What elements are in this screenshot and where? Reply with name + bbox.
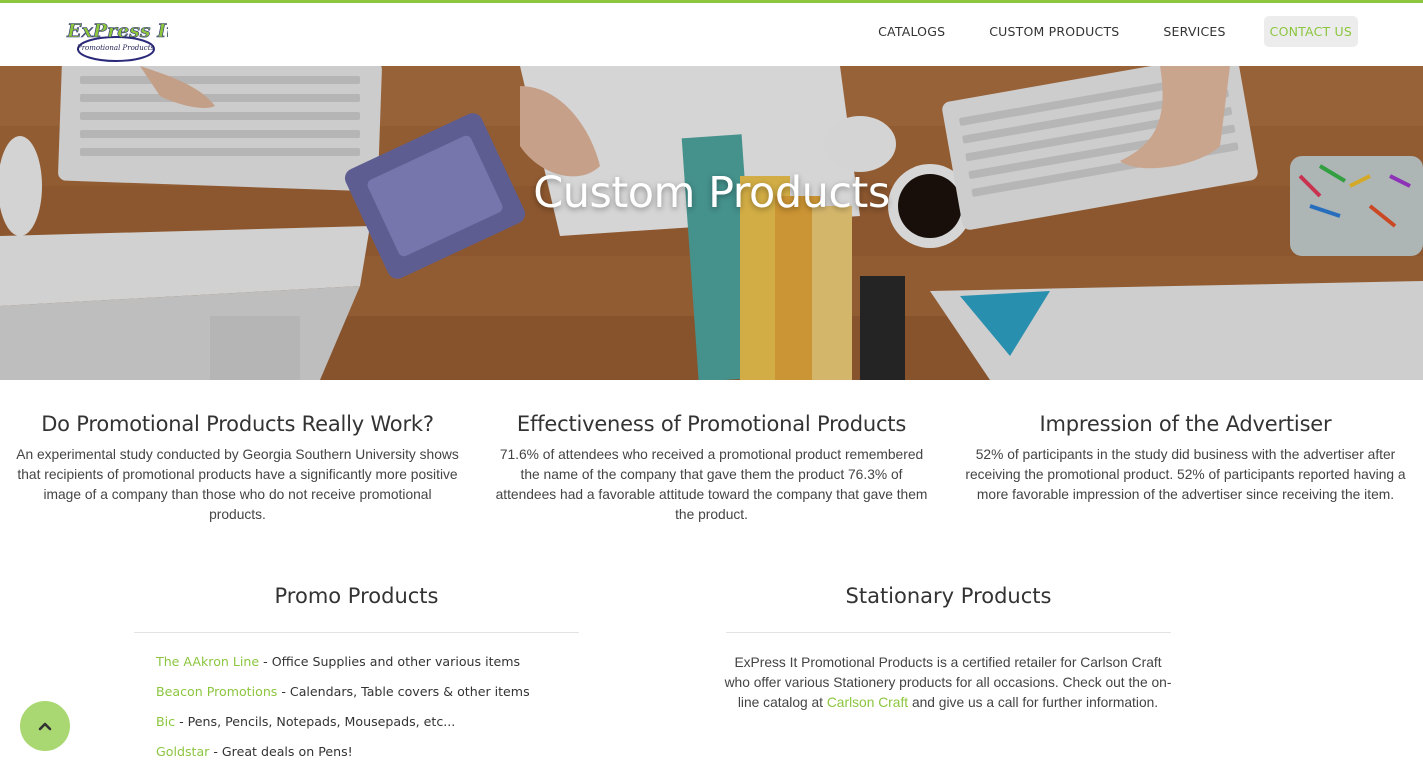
- stationary-text-after: and give us a call for further informati…: [908, 695, 1159, 710]
- nav-catalogs[interactable]: CATALOGS: [872, 16, 951, 47]
- info-heading: Impression of the Advertiser: [1039, 412, 1332, 436]
- stationary-products-title: Stationary Products: [845, 584, 1052, 608]
- chevron-up-icon: [38, 722, 52, 731]
- list-item-desc: - Great deals on Pens!: [209, 744, 353, 759]
- stationary-divider: [726, 632, 1171, 633]
- promo-products-list: The AAkron Line - Office Supplies and ot…: [156, 653, 530, 771]
- info-column-work: Do Promotional Products Really Work? An …: [15, 412, 460, 525]
- list-item-desc: - Pens, Pencils, Notepads, Mousepads, et…: [175, 714, 456, 729]
- list-item-desc: - Office Supplies and other various item…: [259, 654, 521, 669]
- nav-contact-us[interactable]: CONTACT US: [1263, 16, 1358, 47]
- stationary-description: ExPress It Promotional Products is a cer…: [722, 653, 1174, 713]
- main-nav: CATALOGS CUSTOM PRODUCTS SERVICES CONTAC…: [840, 16, 1358, 47]
- link-goldstar[interactable]: Goldstar: [156, 744, 209, 759]
- info-body: An experimental study conducted by Georg…: [16, 447, 459, 522]
- list-item: Goldstar - Great deals on Pens!: [156, 743, 530, 771]
- logo-wordmark: ExPress It!: [66, 20, 168, 42]
- link-bic[interactable]: Bic: [156, 714, 175, 729]
- link-beacon-promotions[interactable]: Beacon Promotions: [156, 684, 277, 699]
- logo-tagline: Promotional Products: [76, 44, 155, 52]
- promo-divider: [134, 632, 579, 633]
- info-column-effectiveness: Effectiveness of Promotional Products 71…: [489, 412, 934, 525]
- hero-banner: Custom Products: [0, 66, 1423, 380]
- site-header: ExPress It! Promotional Products CATALOG…: [0, 3, 1423, 66]
- list-item-desc: - Calendars, Table covers & other items: [277, 684, 530, 699]
- back-to-top-button[interactable]: [20, 701, 70, 751]
- link-carlson-craft[interactable]: Carlson Craft: [827, 695, 908, 710]
- info-heading: Do Promotional Products Really Work?: [41, 412, 434, 436]
- info-heading: Effectiveness of Promotional Products: [516, 412, 907, 436]
- info-body: 71.6% of attendees who received a promot…: [495, 447, 928, 522]
- list-item: The AAkron Line - Office Supplies and ot…: [156, 653, 530, 683]
- hero-desk-image: [0, 66, 1423, 380]
- list-item: Bic - Pens, Pencils, Notepads, Mousepads…: [156, 713, 530, 743]
- link-aakron-line[interactable]: The AAkron Line: [156, 654, 259, 669]
- promo-products-title: Promo Products: [274, 584, 439, 608]
- nav-services[interactable]: SERVICES: [1157, 16, 1231, 47]
- info-body: 52% of participants in the study did bus…: [965, 447, 1406, 502]
- logo-graphic: ExPress It! Promotional Products: [66, 20, 168, 62]
- list-item: Beacon Promotions - Calendars, Table cov…: [156, 683, 530, 713]
- site-logo[interactable]: ExPress It! Promotional Products: [64, 15, 168, 65]
- nav-custom-products[interactable]: CUSTOM PRODUCTS: [983, 16, 1125, 47]
- page-title: Custom Products: [533, 168, 890, 218]
- info-column-impression: Impression of the Advertiser 52% of part…: [963, 412, 1408, 505]
